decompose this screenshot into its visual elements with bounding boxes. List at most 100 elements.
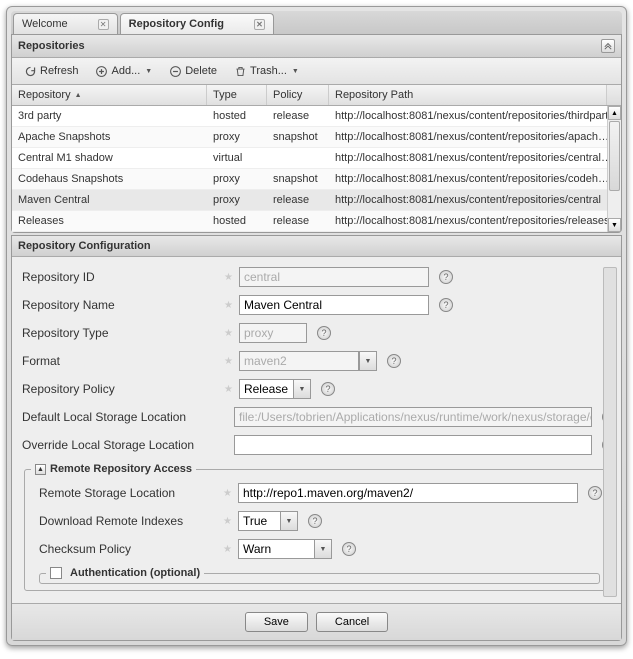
cell-path: http://localhost:8081/nexus/content/repo… [329,211,621,231]
chevron-down-icon[interactable]: ▼ [293,379,311,399]
column-policy[interactable]: Policy [267,85,329,105]
scroll-down-icon[interactable]: ▼ [608,218,621,232]
cell-type: proxy [207,127,267,147]
table-row[interactable]: Codehaus Snapshotsproxysnapshothttp://lo… [12,169,621,190]
delete-button[interactable]: Delete [161,61,224,81]
format-combo: maven2 ▼ [239,351,377,371]
cell-path: http://localhost:8081/nexus/content/repo… [329,106,621,126]
refresh-button[interactable]: Refresh [16,61,86,81]
config-panel: Repository Configuration Repository ID ★… [11,235,622,641]
table-row[interactable]: Central M1 shadowvirtualhttp://localhost… [12,148,621,169]
auth-checkbox[interactable] [50,567,62,579]
panel-header: Repository Configuration [12,236,621,257]
close-icon[interactable]: ✕ [254,19,265,30]
column-repository[interactable]: Repository ▲ [12,85,207,105]
policy-field[interactable] [239,379,293,399]
scrollbar[interactable]: ▲ ▼ [607,106,621,232]
refresh-icon [23,64,37,78]
column-type[interactable]: Type [207,85,267,105]
tab-label: Welcome [22,18,68,30]
required-icon: ★ [223,516,232,527]
help-icon[interactable]: ? [588,486,602,500]
cancel-button[interactable]: Cancel [316,612,388,632]
add-button[interactable]: Add... ▼ [88,61,160,81]
cell-repo: Codehaus Snapshots [12,169,207,189]
save-button[interactable]: Save [245,612,308,632]
cell-policy: release [267,211,329,231]
scrollbar[interactable] [603,267,617,597]
cell-type: virtual [207,148,267,168]
collapse-icon[interactable] [601,39,615,53]
remote-location-label: Remote Storage Location [31,486,217,500]
repositories-panel: Repositories Refresh Add... ▼ Delete Tra… [11,34,622,233]
tab-strip: Welcome ✕ Repository Config ✕ [11,11,622,34]
fieldset-legend: Authentication (optional) [46,567,204,579]
checksum-combo[interactable]: ▼ [238,539,332,559]
download-indexes-combo[interactable]: ▼ [238,511,298,531]
override-storage-field[interactable] [234,435,592,455]
cell-policy [267,148,329,168]
panel-title: Repositories [18,40,85,52]
required-icon: ★ [223,488,232,499]
repo-type-label: Repository Type [22,326,218,340]
format-field: maven2 [239,351,359,371]
table-row[interactable]: Maven Centralproxyreleasehttp://localhos… [12,190,621,211]
add-icon [95,64,109,78]
help-icon[interactable]: ? [342,542,356,556]
tab-welcome[interactable]: Welcome ✕ [13,13,118,34]
required-icon: ★ [224,356,233,367]
fieldset-legend: ▲ Remote Repository Access [31,463,196,475]
collapse-icon[interactable]: ▲ [35,464,46,475]
cell-type: proxy [207,190,267,210]
default-storage-field: file:/Users/tobrien/Applications/nexus/r… [234,407,592,427]
required-icon: ★ [224,328,233,339]
help-icon[interactable]: ? [387,354,401,368]
repo-name-field[interactable] [239,295,429,315]
default-storage-label: Default Local Storage Location [22,410,228,424]
scroll-thumb[interactable] [609,121,620,191]
delete-icon [168,64,182,78]
cell-repo: Apache Snapshots [12,127,207,147]
help-icon[interactable]: ? [439,270,453,284]
tab-label: Repository Config [129,18,224,30]
cell-path: http://localhost:8081/nexus/content/repo… [329,190,621,210]
scroll-up-icon[interactable]: ▲ [608,106,621,120]
sort-asc-icon: ▲ [75,92,82,99]
window: Welcome ✕ Repository Config ✕ Repositori… [6,6,627,646]
cell-repo: Releases [12,211,207,231]
required-icon: ★ [223,544,232,555]
chevron-down-icon: ▼ [292,68,299,75]
table-row[interactable]: Apache Snapshotsproxysnapshothttp://loca… [12,127,621,148]
help-icon[interactable]: ? [308,514,322,528]
repo-type-field: proxy [239,323,307,343]
repo-id-label: Repository ID [22,270,218,284]
help-icon[interactable]: ? [439,298,453,312]
cell-repo: Maven Central [12,190,207,210]
format-label: Format [22,354,218,368]
chevron-down-icon[interactable]: ▼ [280,511,298,531]
cell-type: proxy [207,169,267,189]
required-icon: ★ [224,384,233,395]
column-path[interactable]: Repository Path [329,85,607,105]
cell-path: http://localhost:8081/nexus/content/repo… [329,148,621,168]
table-row[interactable]: 3rd partyhostedreleasehttp://localhost:8… [12,106,621,127]
remote-location-field[interactable] [238,483,578,503]
repo-id-field: central [239,267,429,287]
download-indexes-field[interactable] [238,511,280,531]
checksum-field[interactable] [238,539,314,559]
help-icon[interactable]: ? [321,382,335,396]
help-icon[interactable]: ? [317,326,331,340]
toolbar: Refresh Add... ▼ Delete Trash... ▼ [12,58,621,85]
chevron-down-icon: ▼ [359,351,377,371]
config-form: Repository ID ★ central ? Repository Nam… [12,257,621,603]
table-row[interactable]: Releaseshostedreleasehttp://localhost:80… [12,211,621,232]
policy-combo[interactable]: ▼ [239,379,311,399]
cell-policy: snapshot [267,127,329,147]
grid-body: 3rd partyhostedreleasehttp://localhost:8… [12,106,621,232]
chevron-down-icon[interactable]: ▼ [314,539,332,559]
trash-button[interactable]: Trash... ▼ [226,61,306,81]
close-icon[interactable]: ✕ [98,19,109,30]
tab-repository-config[interactable]: Repository Config ✕ [120,13,274,34]
download-indexes-label: Download Remote Indexes [31,514,217,528]
required-icon: ★ [224,300,233,311]
